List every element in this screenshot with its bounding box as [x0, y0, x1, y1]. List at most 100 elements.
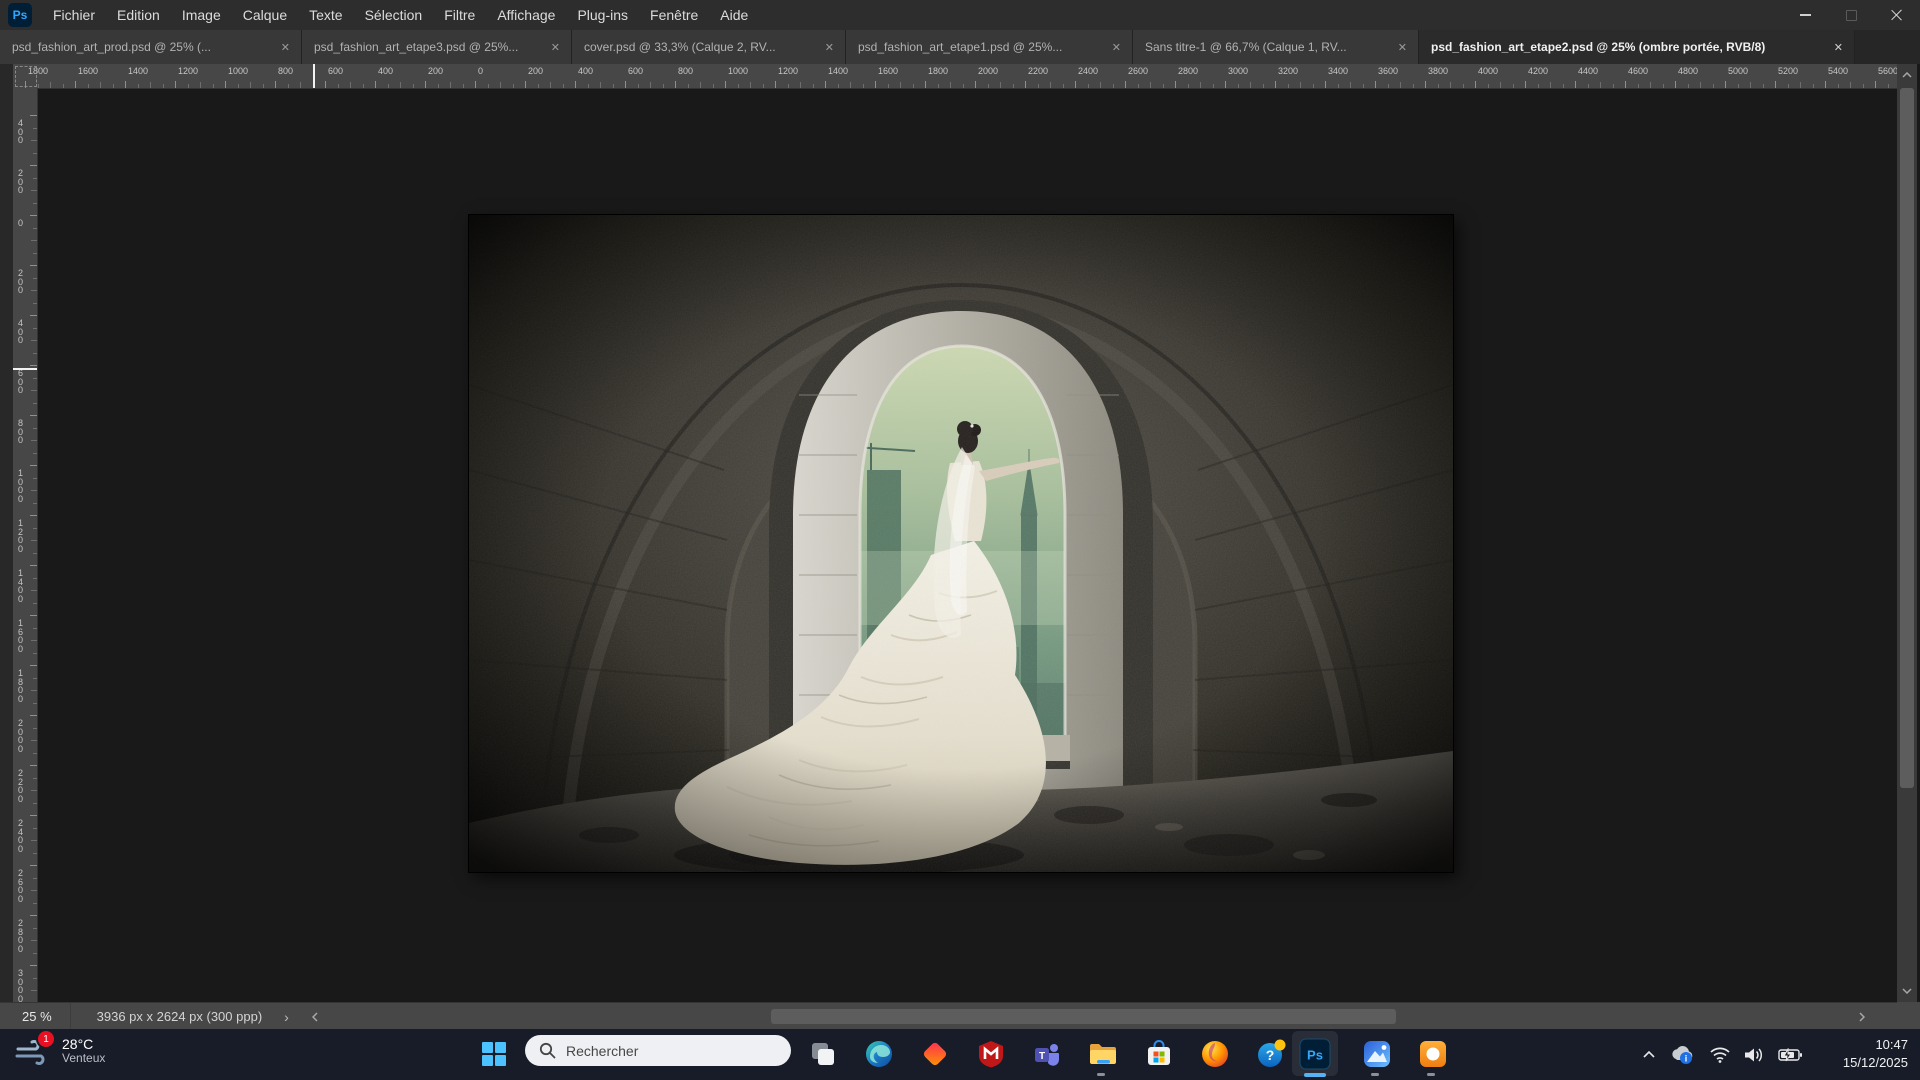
menu-aide[interactable]: Aide [709, 0, 759, 30]
ruler-tick [33, 153, 37, 154]
ruler-tick [33, 603, 37, 604]
ruler-tick [1050, 82, 1051, 88]
menu-fichier[interactable]: Fichier [42, 0, 106, 30]
ruler-tick [513, 84, 514, 88]
tab-psd-fashion-art-etape2-active[interactable]: psd_fashion_art_etape2.psd @ 25% (ombre … [1419, 30, 1855, 64]
close-tab-icon[interactable]: ✕ [1831, 41, 1846, 54]
canvas-pasteboard[interactable] [37, 88, 1897, 1002]
screen-capture-button[interactable] [1416, 1037, 1450, 1071]
ruler-tick [275, 81, 276, 88]
menu-texte[interactable]: Texte [298, 0, 353, 30]
wifi-icon[interactable] [1710, 1047, 1730, 1063]
horizontal-ruler[interactable]: 1800160014001200100080060040020002004006… [13, 64, 1897, 89]
edge-browser-button[interactable] [862, 1037, 896, 1071]
volume-icon[interactable] [1744, 1047, 1764, 1063]
ruler-tick: 5400 [1828, 66, 1848, 76]
scroll-right-icon[interactable] [1853, 1003, 1871, 1030]
photoshop-taskbar-button[interactable]: Ps [1298, 1037, 1332, 1071]
menu-edition[interactable]: Edition [106, 0, 171, 30]
microsoft-store-button[interactable] [1142, 1037, 1176, 1071]
file-explorer-button[interactable] [1086, 1037, 1120, 1071]
photos-button[interactable] [1360, 1037, 1394, 1071]
close-tab-icon[interactable]: ✕ [548, 41, 563, 54]
vertical-scrollbar[interactable] [1897, 64, 1917, 1002]
ruler-tick [30, 265, 37, 266]
menu-selection[interactable]: Sélection [354, 0, 434, 30]
onedrive-icon[interactable]: i [1670, 1045, 1696, 1065]
scroll-up-icon[interactable] [1897, 64, 1917, 86]
ruler-tick [31, 540, 37, 541]
ruler-tick: 3000 [1228, 66, 1248, 76]
ruler-tick: 2600 [1128, 66, 1148, 76]
ruler-tick [750, 82, 751, 88]
close-tab-icon[interactable]: ✕ [1109, 41, 1124, 54]
close-tab-icon[interactable]: ✕ [822, 41, 837, 54]
taskbar-clock[interactable]: 10:47 15/12/2025 [1843, 1036, 1908, 1071]
get-help-icon: ? [1256, 1039, 1286, 1069]
close-tab-icon[interactable]: ✕ [1395, 41, 1410, 54]
tab-psd-fashion-art-etape1[interactable]: psd_fashion_art_etape1.psd @ 25%... ✕ [846, 30, 1133, 64]
ruler-tick [1500, 82, 1501, 88]
horizontal-scroll-thumb[interactable] [771, 1009, 1396, 1024]
search-placeholder: Rechercher [566, 1043, 638, 1059]
get-help-button[interactable]: ? [1254, 1037, 1288, 1071]
vertical-scroll-thumb[interactable] [1900, 88, 1914, 788]
tray-chevron-up-icon[interactable] [1642, 1050, 1656, 1059]
ruler-tick [700, 82, 701, 88]
close-button[interactable] [1874, 0, 1920, 30]
ruler-tick: 5600 [1878, 66, 1897, 76]
ruler-tick [1013, 84, 1014, 88]
menu-filtre[interactable]: Filtre [433, 0, 486, 30]
vertical-ruler[interactable]: 4 0 02 0 002 0 04 0 06 0 08 0 01 0 0 01 … [13, 88, 38, 1002]
menu-plugins[interactable]: Plug-ins [566, 0, 639, 30]
teams-icon: T [1033, 1040, 1061, 1068]
ruler-tick [30, 865, 37, 866]
teams-button[interactable]: T [1030, 1037, 1064, 1071]
restore-button[interactable] [1828, 0, 1874, 30]
tab-psd-fashion-art-prod[interactable]: psd_fashion_art_prod.psd @ 25% (... ✕ [0, 30, 302, 64]
tab-sans-titre-1[interactable]: Sans titre-1 @ 66,7% (Calque 1, RV... ✕ [1133, 30, 1419, 64]
menu-fenetre[interactable]: Fenêtre [639, 0, 709, 30]
ruler-tick [650, 82, 651, 88]
minimize-button[interactable] [1782, 0, 1828, 30]
ruler-tick [950, 82, 951, 88]
ruler-tick [75, 81, 76, 88]
ruler-tick [1400, 82, 1401, 88]
ruler-tick [1613, 84, 1614, 88]
ruler-tick [30, 965, 37, 966]
battery-icon[interactable] [1778, 1048, 1802, 1062]
ruler-tick [1338, 84, 1339, 88]
mcafee-button[interactable] [974, 1037, 1008, 1071]
weather-widget[interactable]: 1 28°C Venteux [14, 1033, 105, 1069]
ruler-tick [1838, 84, 1839, 88]
menu-calque[interactable]: Calque [232, 0, 298, 30]
edge-icon [864, 1039, 894, 1069]
ruler-origin-box[interactable] [15, 66, 37, 87]
firefox-button[interactable] [1198, 1037, 1232, 1071]
status-flyout-chevron-icon[interactable]: › [276, 1009, 297, 1025]
scroll-down-icon[interactable] [1897, 980, 1917, 1002]
ruler-tick [31, 690, 37, 691]
ruler-tick: 1 6 0 0 [18, 619, 23, 653]
ruler-tick: 1400 [128, 66, 148, 76]
task-view-button[interactable] [806, 1037, 840, 1071]
tab-cover[interactable]: cover.psd @ 33,3% (Calque 2, RV... ✕ [572, 30, 846, 64]
search-input[interactable]: Rechercher [525, 1035, 791, 1066]
menu-affichage[interactable]: Affichage [486, 0, 566, 30]
menu-image[interactable]: Image [171, 0, 232, 30]
start-button[interactable] [477, 1037, 511, 1071]
photoshop-app-icon[interactable]: Ps [8, 3, 32, 27]
horizontal-scroll-track[interactable] [325, 1009, 1847, 1024]
ruler-tick [1663, 84, 1664, 88]
close-tab-icon[interactable]: ✕ [278, 41, 293, 54]
ruler-tick: 800 [278, 66, 293, 76]
ruler-tick: 1000 [228, 66, 248, 76]
window-controls [1782, 0, 1920, 30]
games-app-button[interactable] [918, 1037, 952, 1071]
ruler-tick [33, 528, 37, 529]
ruler-tick [50, 82, 51, 88]
tab-psd-fashion-art-etape3[interactable]: psd_fashion_art_etape3.psd @ 25%... ✕ [302, 30, 572, 64]
zoom-level-field[interactable]: 25 % [0, 1003, 71, 1030]
ruler-tick [150, 82, 151, 88]
scroll-left-icon[interactable] [306, 1003, 324, 1030]
